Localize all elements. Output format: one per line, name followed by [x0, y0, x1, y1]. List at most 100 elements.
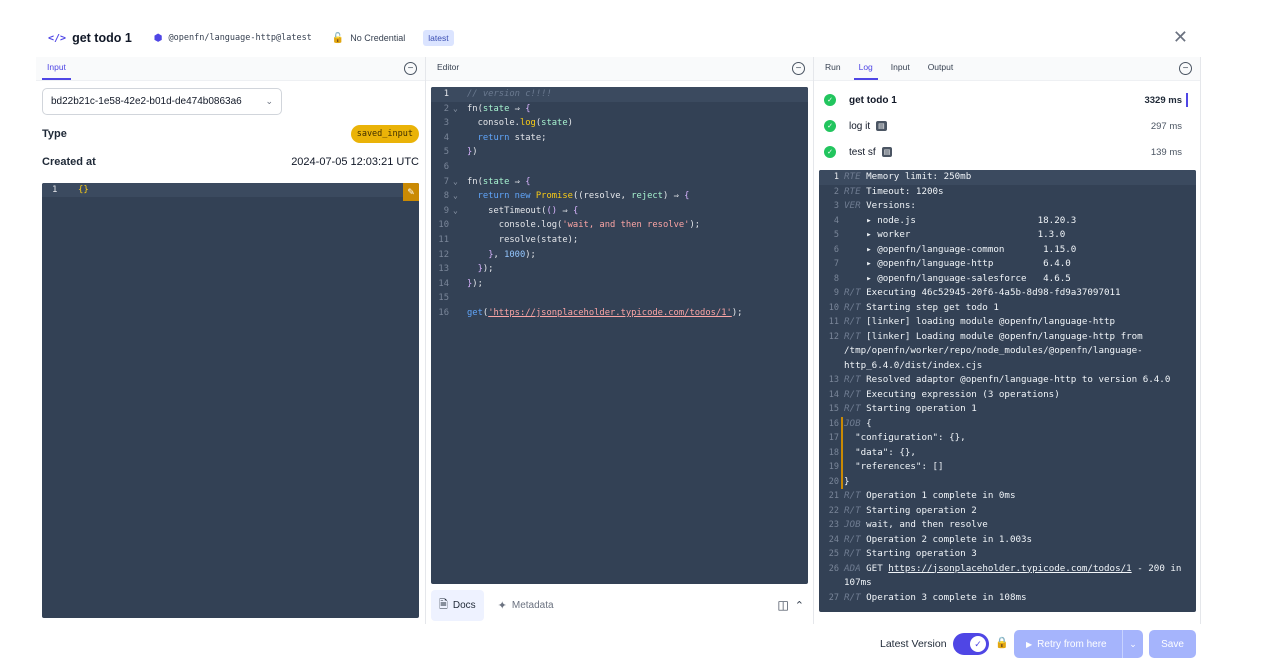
- code-line: 9 ⌄ setTimeout(() ⇒ {: [431, 204, 808, 219]
- editor-title: Editor: [437, 62, 460, 72]
- adaptor-name: @openfn/language-http@latest: [168, 33, 312, 43]
- type-label: Type: [42, 128, 67, 140]
- code-line: 5}): [443, 147, 478, 158]
- code-line: 8 ⌄ return new Promise((resolve, reject) …: [431, 189, 808, 204]
- retry-from-here-button[interactable]: ▶ Retry from here ⌄: [1014, 630, 1143, 658]
- code-line: 1// version c!!!!: [431, 87, 808, 102]
- check-icon: ✓: [970, 636, 986, 652]
- tab-log[interactable]: Log: [853, 62, 878, 80]
- step-name: log it: [849, 120, 871, 132]
- log-line: 13 R/T Resolved adaptor @openfn/language-…: [828, 374, 1171, 385]
- code-line: 13 });: [438, 264, 494, 275]
- selected-step-indicator: [1186, 93, 1188, 107]
- code-line: 3 console.log(state): [443, 118, 573, 129]
- run-panel-header: Run Log Input Output −: [814, 57, 1200, 81]
- fold-icon: ⌄: [453, 205, 458, 215]
- split-view-icon[interactable]: ◫: [777, 598, 788, 612]
- log-line: 25 R/T Starting operation 3: [828, 548, 977, 559]
- tab-output[interactable]: Output: [923, 62, 959, 80]
- log-line: 16 JOB {: [819, 416, 1196, 432]
- footer-bar: Latest Version ✓ 🔒 ▶ Retry from here ⌄ S…: [0, 629, 1267, 659]
- collapse-icon[interactable]: −: [404, 62, 417, 75]
- document-icon: ▤: [876, 121, 887, 131]
- document-icon: 🗎: [439, 598, 448, 611]
- lock-icon: 🔒: [995, 637, 1009, 649]
- cube-icon: ⬢: [153, 32, 163, 44]
- metadata-tab[interactable]: ✦ Metadata: [490, 593, 562, 618]
- log-line: 1 RTE Memory limit: 250mb: [819, 170, 1196, 185]
- editor-panel-header: Editor −: [426, 57, 813, 81]
- log-viewer[interactable]: 1 RTE Memory limit: 250mb 2 RTE Timeout: 1…: [819, 170, 1196, 612]
- step-name: get todo 1: [849, 94, 897, 106]
- code-line: 6: [443, 161, 449, 172]
- retry-label: Retry from here: [1037, 638, 1107, 650]
- metadata-label: Metadata: [511, 599, 554, 611]
- log-line: 12 R/T [linker] Loading module @openfn/la…: [828, 330, 1149, 371]
- step-item[interactable]: ✓ get todo 1 3329 ms: [824, 90, 1188, 110]
- code-line: 4 return state;: [443, 132, 547, 143]
- check-circle-icon: ✓: [824, 94, 836, 106]
- current-line-highlight: [42, 183, 419, 197]
- code-editor[interactable]: 1// version c!!!! 2 ⌄ fn(state ⇒ { 3 conso…: [431, 87, 808, 584]
- log-line: 11 R/T [linker] loading module @openfn/la…: [828, 316, 1116, 327]
- code-line: 15: [438, 293, 449, 304]
- step-duration: 139 ms: [1150, 146, 1182, 158]
- code-line: 11 resolve(state);: [438, 234, 579, 245]
- input-json-content: {}: [78, 185, 89, 195]
- code-line: 10 console.log('wait, and then resolve')…: [438, 220, 701, 231]
- code-line: 14});: [438, 278, 483, 289]
- sparkles-icon: ✦: [497, 599, 507, 612]
- code-line: 2 ⌄ fn(state ⇒ {: [431, 102, 808, 117]
- log-line: 7 ▸ @openfn/language-http 6.4.0: [833, 258, 1071, 269]
- collapse-icon[interactable]: −: [792, 62, 805, 75]
- input-panel: Input − bd22b21c-1e58-42e2-b01d-de474b08…: [36, 57, 425, 624]
- log-line: 27 R/T Operation 3 complete in 108ms: [828, 591, 1027, 603]
- log-line: 10 R/T Starting step get todo 1: [828, 301, 999, 313]
- chevron-down-icon[interactable]: ⌄: [1123, 639, 1143, 650]
- dataclip-id: bd22b21c-1e58-42e2-b01d-de474b0863a6: [51, 96, 242, 107]
- document-icon: ▤: [881, 147, 893, 157]
- step-item[interactable]: ✓ test sf ▤ 139 ms: [824, 142, 1188, 162]
- log-line: 15 R/T Starting operation 1: [828, 403, 977, 414]
- log-line: 22 R/T Starting operation 2: [828, 504, 977, 516]
- run-panel: Run Log Input Output − ✓ get todo 1 3329…: [813, 57, 1201, 624]
- log-line: 3 VER Versions:: [833, 200, 916, 211]
- log-line: 21 R/T Operation 1 complete in 0ms: [828, 490, 1016, 501]
- log-line: 14 R/T Executing expression (3 operations…: [828, 388, 1060, 400]
- tab-run[interactable]: Run: [820, 62, 846, 80]
- input-json-editor[interactable]: 1 {} ✎: [42, 183, 419, 618]
- created-row: Created at 2024-07-05 12:03:21 UTC: [42, 156, 419, 168]
- latest-version-toggle[interactable]: ✓: [953, 633, 989, 655]
- latest-version-label: Latest Version: [880, 638, 947, 650]
- code-line: 7 ⌄ fn(state ⇒ {: [431, 175, 808, 190]
- edit-icon[interactable]: ✎: [403, 183, 419, 201]
- save-button[interactable]: Save: [1149, 630, 1196, 658]
- line-number: 1: [52, 185, 58, 195]
- code-icon: </>: [48, 32, 67, 44]
- code-line: 12 }, 1000);: [438, 249, 536, 260]
- log-line: 26 ADA GET https://jsonplaceholder.typico…: [828, 562, 1188, 589]
- log-line: 8 ▸ @openfn/language-salesforce 4.6.5: [833, 272, 1071, 284]
- docs-tab[interactable]: 🗎 Docs: [431, 589, 484, 621]
- log-line: 17 "configuration": {},: [819, 431, 1196, 446]
- fold-icon: ⌄: [453, 191, 458, 201]
- step-item[interactable]: ✓ log it ▤ 297 ms: [824, 116, 1188, 136]
- dataclip-select[interactable]: bd22b21c-1e58-42e2-b01d-de474b0863a6 ⌄: [42, 88, 282, 115]
- tab-input[interactable]: Input: [886, 62, 915, 80]
- code-line: 16 get('https://jsonplaceholder.typicode.…: [438, 307, 743, 318]
- log-line: 20}: [819, 474, 1196, 490]
- tab-input[interactable]: Input: [42, 62, 71, 80]
- type-badge: saved_input: [350, 125, 419, 143]
- step-duration: 297 ms: [1150, 120, 1182, 132]
- fold-icon: ⌄: [453, 176, 458, 186]
- log-line: 9 R/T Executing 46c52945-20f6-4a5b-8d98-f…: [833, 287, 1121, 298]
- log-line: 5 ▸ worker 1.3.0: [833, 229, 1066, 240]
- close-icon[interactable]: ✕: [1173, 27, 1188, 47]
- job-header: </> get todo 1 ⬢ @openfn/language-http@l…: [36, 24, 1200, 52]
- log-line: 18 "data": {},: [819, 445, 1196, 461]
- chevron-up-icon[interactable]: ⌃: [795, 599, 804, 612]
- chevron-down-icon: ⌄: [265, 96, 273, 106]
- unlock-icon: 🔓: [331, 32, 345, 44]
- collapse-icon[interactable]: −: [1179, 62, 1192, 75]
- version-badge: latest: [423, 30, 454, 46]
